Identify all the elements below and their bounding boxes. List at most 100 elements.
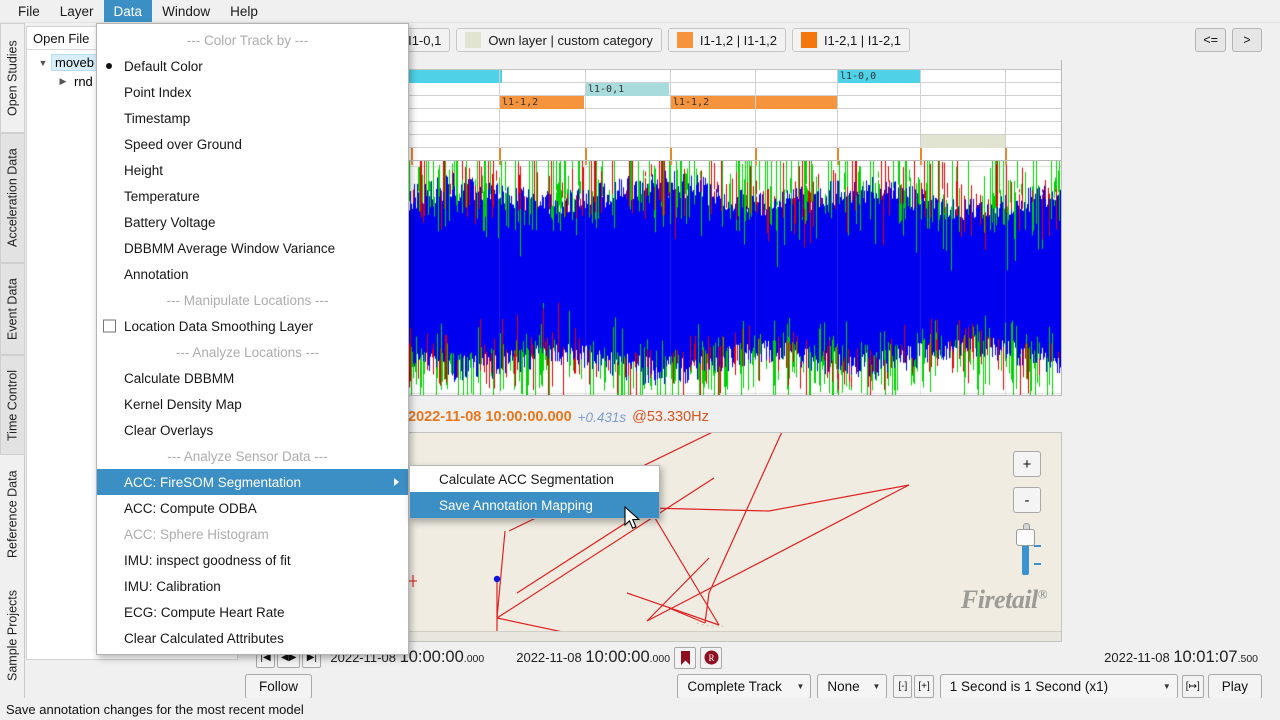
play-button[interactable]: Play <box>1207 674 1262 699</box>
track-row[interactable] <box>409 122 1061 135</box>
sidebar-item-open-studies[interactable]: Open Studies <box>0 23 25 133</box>
menu-file[interactable]: File <box>8 0 50 22</box>
menu-data[interactable]: Data <box>103 0 153 22</box>
track-top-separator <box>409 60 1061 70</box>
menu-window[interactable]: Window <box>152 0 220 22</box>
submenu-item-save-annotation-mapping[interactable]: Save Annotation Mapping <box>410 492 659 518</box>
map-view[interactable]: + - Firetail® <box>408 432 1062 642</box>
menu-item-location-data-smoothing-layer[interactable]: Location Data Smoothing Layer <box>97 313 408 339</box>
track-segment[interactable] <box>409 70 502 83</box>
track-segment[interactable] <box>920 135 1005 148</box>
menu-item-label: ACC: Compute ODBA <box>124 500 257 516</box>
playback-speed-value: 1 Second is 1 Second (x1) <box>949 679 1109 694</box>
status-bar-text: Save annotation changes for the most rec… <box>6 701 304 717</box>
track-row[interactable] <box>409 109 1061 122</box>
track-tick <box>920 148 922 160</box>
track-segment[interactable]: l1-0,1 <box>585 83 669 96</box>
menu-item-acc-sphere-histogram[interactable]: ACC: Sphere Histogram <box>97 521 408 547</box>
menu-item-label: ACC: Sphere Histogram <box>124 526 269 542</box>
track-gridline <box>1005 70 1006 148</box>
record-button[interactable]: R <box>700 646 723 669</box>
legend-chip-4[interactable]: I1-2,1 | I1-2,1 <box>791 28 911 52</box>
menu-item-analyze-locations: --- Analyze Locations --- <box>97 339 408 365</box>
menu-item-label: Point Index <box>124 84 192 100</box>
track-segment[interactable]: l1-1,2 <box>670 96 837 109</box>
track-segment[interactable]: l1-0,0 <box>837 70 921 83</box>
timeline-zoom-out-button[interactable]: [-] <box>893 675 913 698</box>
menu-item-label: ECG: Compute Heart Rate <box>124 604 285 620</box>
submenu-arrow-icon <box>394 478 399 486</box>
menu-item-acc-compute-odba[interactable]: ACC: Compute ODBA <box>97 495 408 521</box>
track-mode-select[interactable]: Complete Track ▼ <box>677 674 812 699</box>
menu-item-acc-firesom-segmentation[interactable]: ACC: FireSOM Segmentation <box>97 469 408 495</box>
menu-item-kernel-density-map[interactable]: Kernel Density Map <box>97 391 408 417</box>
map-zoom-out-button[interactable]: - <box>1013 487 1041 513</box>
map-zoom-in-button[interactable]: + <box>1013 451 1041 477</box>
submenu-item-calculate-acc-segmentation[interactable]: Calculate ACC Segmentation <box>410 466 659 492</box>
overlay-mode-select[interactable]: None ▼ <box>817 674 888 699</box>
track-row[interactable] <box>409 83 1061 96</box>
menu-item-calculate-dbbmm[interactable]: Calculate DBBMM <box>97 365 408 391</box>
menu-item-speed-over-ground[interactable]: Speed over Ground <box>97 131 408 157</box>
legend-chip-2[interactable]: Own layer | custom category <box>456 28 662 52</box>
side-tab-strip: Open Studies Acceleration Data Event Dat… <box>0 23 25 698</box>
menu-item-label: Clear Overlays <box>124 422 214 438</box>
legend-chip-label: I1-2,1 | I1-2,1 <box>823 32 902 48</box>
map-zoom-slider-knob[interactable] <box>1016 529 1035 546</box>
menu-item-label: Kernel Density Map <box>124 396 242 412</box>
playback-speed-select[interactable]: 1 Second is 1 Second (x1) ▼ <box>939 674 1178 699</box>
chevron-down-icon[interactable]: ▼ <box>35 58 51 68</box>
menu-item-default-color[interactable]: Default Color <box>97 53 408 79</box>
map-zoom-slider[interactable] <box>1013 523 1041 575</box>
legend-chip-3[interactable]: I1-1,2 | I1-1,2 <box>667 28 786 52</box>
menu-item-label: Location Data Smoothing Layer <box>124 318 314 334</box>
legend-next-button[interactable]: > <box>1232 28 1262 52</box>
sidebar-item-acceleration-data[interactable]: Acceleration Data <box>0 133 25 263</box>
menu-item-label: Calculate DBBMM <box>124 370 235 386</box>
chevron-down-icon: ▼ <box>872 682 881 691</box>
sidebar-item-time-control[interactable]: Time Control <box>0 355 25 455</box>
menu-item-point-index[interactable]: Point Index <box>97 79 408 105</box>
menu-item-manipulate-locations: --- Manipulate Locations --- <box>97 287 408 313</box>
menu-item-imu-inspect-goodness-of-fit[interactable]: IMU: inspect goodness of fit <box>97 547 408 573</box>
time-readout-offset: +0.431s <box>577 409 627 425</box>
menu-item-ecg-compute-heart-rate[interactable]: ECG: Compute Heart Rate <box>97 599 408 625</box>
bookmark-button[interactable] <box>674 646 697 669</box>
chevron-right-icon[interactable]: ▶ <box>55 76 71 87</box>
track-gridline <box>499 70 500 148</box>
fit-range-button[interactable]: [↦] <box>1181 675 1204 698</box>
menu-bar: File Layer Data Window Help <box>0 0 1280 23</box>
annotation-track-grid[interactable]: l1-0,0 l1-0,1 l1-1,2 l1-1,2 <box>408 60 1062 160</box>
track-gridline <box>920 70 921 148</box>
legend-prev-button[interactable]: <= <box>1195 28 1226 52</box>
menu-item-clear-overlays[interactable]: Clear Overlays <box>97 417 408 443</box>
sidebar-item-event-data[interactable]: Event Data <box>0 263 25 355</box>
track-tick <box>670 148 672 160</box>
acceleration-plot[interactable] <box>408 160 1062 396</box>
registered-mark-icon: ® <box>1037 586 1048 602</box>
sidebar-item-sample-projects[interactable]: Sample Projects <box>0 573 25 698</box>
menu-item-battery-voltage[interactable]: Battery Voltage <box>97 209 408 235</box>
menu-item-temperature[interactable]: Temperature <box>97 183 408 209</box>
track-row[interactable] <box>409 70 1061 83</box>
time-readout: 2022-11-08 10:00:00.000 +0.431s @53.330H… <box>408 404 717 430</box>
menu-help[interactable]: Help <box>220 0 268 22</box>
follow-button[interactable]: Follow <box>245 674 313 699</box>
menu-layer[interactable]: Layer <box>50 0 104 22</box>
sidebar-item-reference-data[interactable]: Reference Data <box>0 455 25 573</box>
checkbox-icon[interactable] <box>103 319 116 333</box>
data-menu-dropdown[interactable]: --- Color Track by --- Default Color Point… <box>96 23 409 655</box>
menu-item-annotation[interactable]: Annotation <box>97 261 408 287</box>
menu-item-label: ACC: FireSOM Segmentation <box>124 474 302 490</box>
time-mid-ms: .000 <box>649 653 671 665</box>
menu-item-clear-calculated-attributes[interactable]: Clear Calculated Attributes <box>97 625 408 651</box>
timeline-zoom-in-button[interactable]: [+] <box>914 675 934 698</box>
menu-item-dbbmm-average-window-variance[interactable]: DBBMM Average Window Variance <box>97 235 408 261</box>
menu-item-height[interactable]: Height <box>97 157 408 183</box>
menu-item-timestamp[interactable]: Timestamp <box>97 105 408 131</box>
menu-item-label: Temperature <box>124 188 200 204</box>
firesom-submenu[interactable]: Calculate ACC Segmentation Save Annotatio… <box>409 465 660 519</box>
menu-item-imu-calibration[interactable]: IMU: Calibration <box>97 573 408 599</box>
track-segment[interactable]: l1-1,2 <box>499 96 584 109</box>
track-gridline <box>585 70 586 148</box>
